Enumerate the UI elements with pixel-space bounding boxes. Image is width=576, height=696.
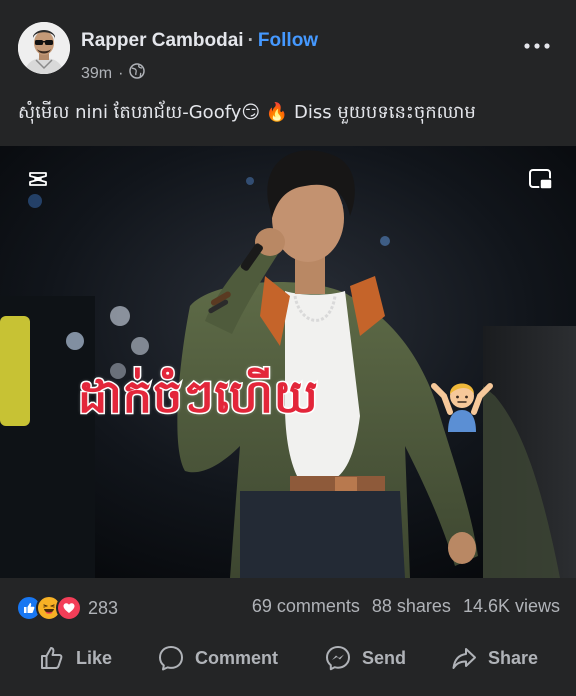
reaction-count: 283 xyxy=(88,597,119,618)
separator-dot: · xyxy=(247,30,254,51)
post-action-bar: Like Comment Send Share xyxy=(0,630,576,686)
more-options-icon[interactable] xyxy=(522,36,552,56)
video-frame xyxy=(0,146,576,578)
follow-button[interactable]: Follow xyxy=(258,30,318,51)
like-label: Like xyxy=(76,647,113,668)
author-name[interactable]: Rapper Cambodai xyxy=(81,30,244,51)
share-label: Share xyxy=(488,647,539,668)
comments-count[interactable]: 69 comments xyxy=(252,596,360,617)
video-overlay-text: ដាក់ចំៗហើយ xyxy=(77,368,320,425)
smirk-emoji: 😏 xyxy=(241,102,261,123)
like-icon xyxy=(41,647,63,669)
post-header: Rapper Cambodai · Follow 39m · xyxy=(0,0,576,92)
man-shrugging-emoji xyxy=(430,372,494,432)
messenger-icon xyxy=(326,646,350,671)
shares-count[interactable]: 88 shares xyxy=(372,596,451,617)
share-icon xyxy=(452,648,476,669)
capcut-icon xyxy=(28,170,48,188)
reactions-summary[interactable]: 283 xyxy=(16,595,118,621)
comment-button[interactable]: Comment xyxy=(157,644,278,672)
caption-tail: Diss មួយបទនេះចុកឈាម xyxy=(294,102,476,123)
fire-emoji: 🔥 xyxy=(265,102,289,123)
post-stats: 283 69 comments 88 shares 14.6K views xyxy=(0,585,576,629)
avatar-image xyxy=(18,22,70,74)
send-button[interactable]: Send xyxy=(324,644,406,672)
views-count[interactable]: 14.6K views xyxy=(463,596,560,617)
share-button[interactable]: Share xyxy=(450,644,538,672)
avatar[interactable] xyxy=(18,22,70,74)
engagement-counts: 69 comments 88 shares 14.6K views xyxy=(252,596,560,617)
picture-in-picture-icon[interactable] xyxy=(528,168,554,192)
comment-label: Comment xyxy=(195,647,279,668)
caption-text: សុំមើល nini តែបរាជ័យ-Goofy xyxy=(18,102,242,123)
post-timestamp[interactable]: 39m xyxy=(81,65,112,83)
post-meta: 39m · xyxy=(81,63,146,84)
like-button[interactable]: Like xyxy=(38,644,112,672)
facebook-post: Rapper Cambodai · Follow 39m · សុំមើល nini… xyxy=(0,0,576,696)
love-reaction-icon xyxy=(56,595,82,621)
meta-separator: · xyxy=(118,64,124,82)
comment-icon xyxy=(159,646,183,671)
post-caption: សុំមើល nini តែបរាជ័យ-Goofy😏 🔥 Diss មួយបទ… xyxy=(18,100,563,127)
globe-icon[interactable] xyxy=(129,63,146,84)
author-line: Rapper Cambodai · Follow xyxy=(81,30,318,52)
post-video[interactable]: ដាក់ចំៗហើយ xyxy=(0,146,576,578)
send-label: Send xyxy=(362,647,407,668)
